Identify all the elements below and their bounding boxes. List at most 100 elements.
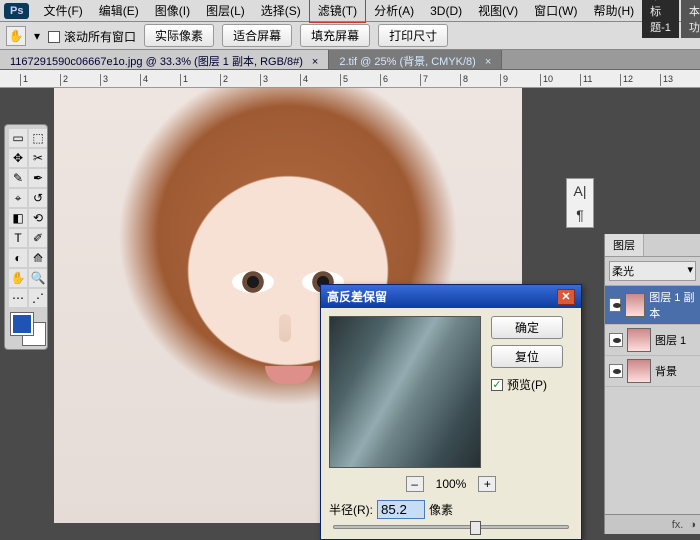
print-size-button[interactable]: 打印尺寸 (378, 24, 448, 47)
ruler-tick: 6 (380, 74, 388, 86)
menu-layer[interactable]: 图层(L) (198, 0, 253, 22)
layers-panel: 图层 柔光 ▾ 图层 1 副本 图层 1 背景 fx. ◑ (604, 234, 700, 534)
ruler-tick: 2 (60, 74, 68, 86)
gradient-tool-icon[interactable]: ◧ (9, 209, 27, 227)
layer-row[interactable]: 图层 1 (605, 325, 700, 356)
ruler-tick: 8 (460, 74, 468, 86)
layer-thumbnail (627, 359, 651, 383)
portrait-nose (279, 314, 291, 342)
blur-tool-icon[interactable]: ⟲ (29, 209, 47, 227)
dialog-titlebar[interactable]: 高反差保留 ✕ (321, 285, 581, 308)
ps-logo: Ps (4, 3, 29, 19)
layer-thumbnail (625, 293, 645, 317)
type-tool-icon[interactable]: T (9, 229, 27, 247)
menu-file[interactable]: 文件(F) (35, 0, 90, 22)
menu-help[interactable]: 帮助(H) (585, 0, 642, 22)
checkbox-icon: ✓ (491, 379, 503, 391)
3d-tool-icon[interactable]: ⟰ (29, 249, 47, 267)
ruler-tick: 12 (620, 74, 633, 86)
zoom-controls: – 100% + (321, 476, 581, 496)
eyedropper-tool-icon[interactable]: ✎ (9, 169, 27, 187)
radius-slider[interactable] (321, 523, 581, 539)
ruler-tick: 7 (420, 74, 428, 86)
layer-row[interactable]: 图层 1 副本 (605, 286, 700, 325)
layer-row[interactable]: 背景 (605, 356, 700, 387)
visibility-eye-icon[interactable] (609, 298, 621, 312)
fx-icon[interactable]: fx. (672, 519, 684, 531)
ruler-tick: 3 (260, 74, 268, 86)
crop-tool-icon[interactable]: ✂ (29, 149, 47, 167)
close-tab-icon[interactable]: × (485, 56, 491, 68)
scroll-all-checkbox[interactable]: 滚动所有窗口 (48, 28, 136, 45)
dialog-close-button[interactable]: ✕ (557, 289, 575, 305)
slider-thumb[interactable] (470, 521, 481, 535)
portrait-mouth (265, 366, 313, 384)
fit-screen-button[interactable]: 适合屏幕 (222, 24, 292, 47)
ruler-tick: 4 (140, 74, 148, 86)
preview-label: 预览(P) (507, 376, 547, 393)
pen-tool-icon[interactable]: ✐ (29, 229, 47, 247)
layers-tab[interactable]: 图层 (605, 234, 644, 256)
shape-tool-icon[interactable]: ◐ (9, 249, 27, 267)
visibility-eye-icon[interactable] (609, 333, 623, 347)
foreground-color-swatch[interactable] (11, 313, 33, 335)
brush-tool-icon[interactable]: ✒ (29, 169, 47, 187)
layer-name: 背景 (655, 363, 677, 379)
document-tab-2[interactable]: 2.tif @ 25% (背景, CMYK/8) × (329, 50, 502, 69)
ruler-tick: 10 (540, 74, 553, 86)
reset-button[interactable]: 复位 (491, 345, 563, 368)
ruler-tick: 3 (100, 74, 108, 86)
marquee-tool-icon[interactable]: ⬚ (29, 129, 47, 147)
history-brush-tool-icon[interactable]: ↺ (29, 189, 47, 207)
document-tabs: 1167291590c06667e1o.jpg @ 33.3% (图层 1 副本… (0, 50, 700, 70)
workspace-tab-basic[interactable]: 基本功 (681, 0, 700, 38)
ruler-tick: 2 (220, 74, 228, 86)
zoom-out-button[interactable]: – (406, 476, 424, 492)
preview-checkbox[interactable]: ✓ 预览(P) (491, 376, 563, 393)
lasso-tool-icon[interactable]: ✥ (9, 149, 27, 167)
extra-tool-icon[interactable]: ⋰ (29, 289, 47, 307)
menu-select[interactable]: 选择(S) (253, 0, 309, 22)
menu-filter[interactable]: 滤镜(T) (309, 0, 366, 23)
menu-edit[interactable]: 编辑(E) (91, 0, 147, 22)
visibility-eye-icon[interactable] (609, 364, 623, 378)
high-pass-dialog: 高反差保留 ✕ 确定 复位 ✓ 预览(P) – 100% + 半径(R): (320, 284, 582, 540)
radius-input[interactable] (377, 500, 425, 519)
panel-tabs: 图层 (605, 234, 700, 257)
move-tool-icon[interactable]: ▭ (9, 129, 27, 147)
paragraph-icon[interactable]: ¶ (576, 207, 584, 223)
slider-track (333, 525, 569, 529)
dialog-preview[interactable] (329, 316, 481, 468)
workspace-tab-untitled[interactable]: 未标题-1 (642, 0, 679, 38)
extra-tool-icon[interactable]: ⋯ (9, 289, 27, 307)
zoom-in-button[interactable]: + (478, 476, 496, 492)
type-icon[interactable]: A| (574, 183, 587, 199)
menu-image[interactable]: 图像(I) (147, 0, 198, 22)
stamp-tool-icon[interactable]: ⌖ (9, 189, 27, 207)
ok-button[interactable]: 确定 (491, 316, 563, 339)
checkbox-icon (48, 31, 60, 43)
menu-view[interactable]: 视图(V) (470, 0, 526, 22)
zoom-tool-icon[interactable]: 🔍 (29, 269, 47, 287)
hand-tool-icon[interactable]: ✋ (6, 26, 26, 46)
document-tab-1[interactable]: 1167291590c06667e1o.jpg @ 33.3% (图层 1 副本… (0, 50, 329, 69)
menu-3d[interactable]: 3D(D) (422, 1, 470, 21)
hand-tool-icon[interactable]: ✋ (9, 269, 27, 287)
workspace-tabs: 未标题-1 基本功 (642, 0, 700, 38)
mask-icon[interactable]: ◑ (689, 519, 696, 531)
menu-window[interactable]: 窗口(W) (526, 0, 585, 22)
fill-screen-button[interactable]: 填充屏幕 (300, 24, 370, 47)
close-tab-icon[interactable]: × (312, 56, 318, 68)
ruler-tick: 9 (500, 74, 508, 86)
menu-bar: Ps 文件(F) 编辑(E) 图像(I) 图层(L) 选择(S) 滤镜(T) 分… (0, 0, 700, 22)
menu-analysis[interactable]: 分析(A) (366, 0, 422, 22)
radius-row: 半径(R): 像素 (321, 496, 581, 523)
text-orientation-panel: A| ¶ (566, 178, 594, 228)
options-dropdown-icon[interactable]: ▾ (34, 29, 40, 43)
ruler-tick: 11 (580, 74, 592, 86)
ruler-tick: 5 (340, 74, 348, 86)
ruler-tick: 4 (300, 74, 308, 86)
color-swatch[interactable] (9, 313, 47, 345)
blend-mode-select[interactable]: 柔光 ▾ (609, 261, 696, 281)
actual-pixels-button[interactable]: 实际像素 (144, 24, 214, 47)
